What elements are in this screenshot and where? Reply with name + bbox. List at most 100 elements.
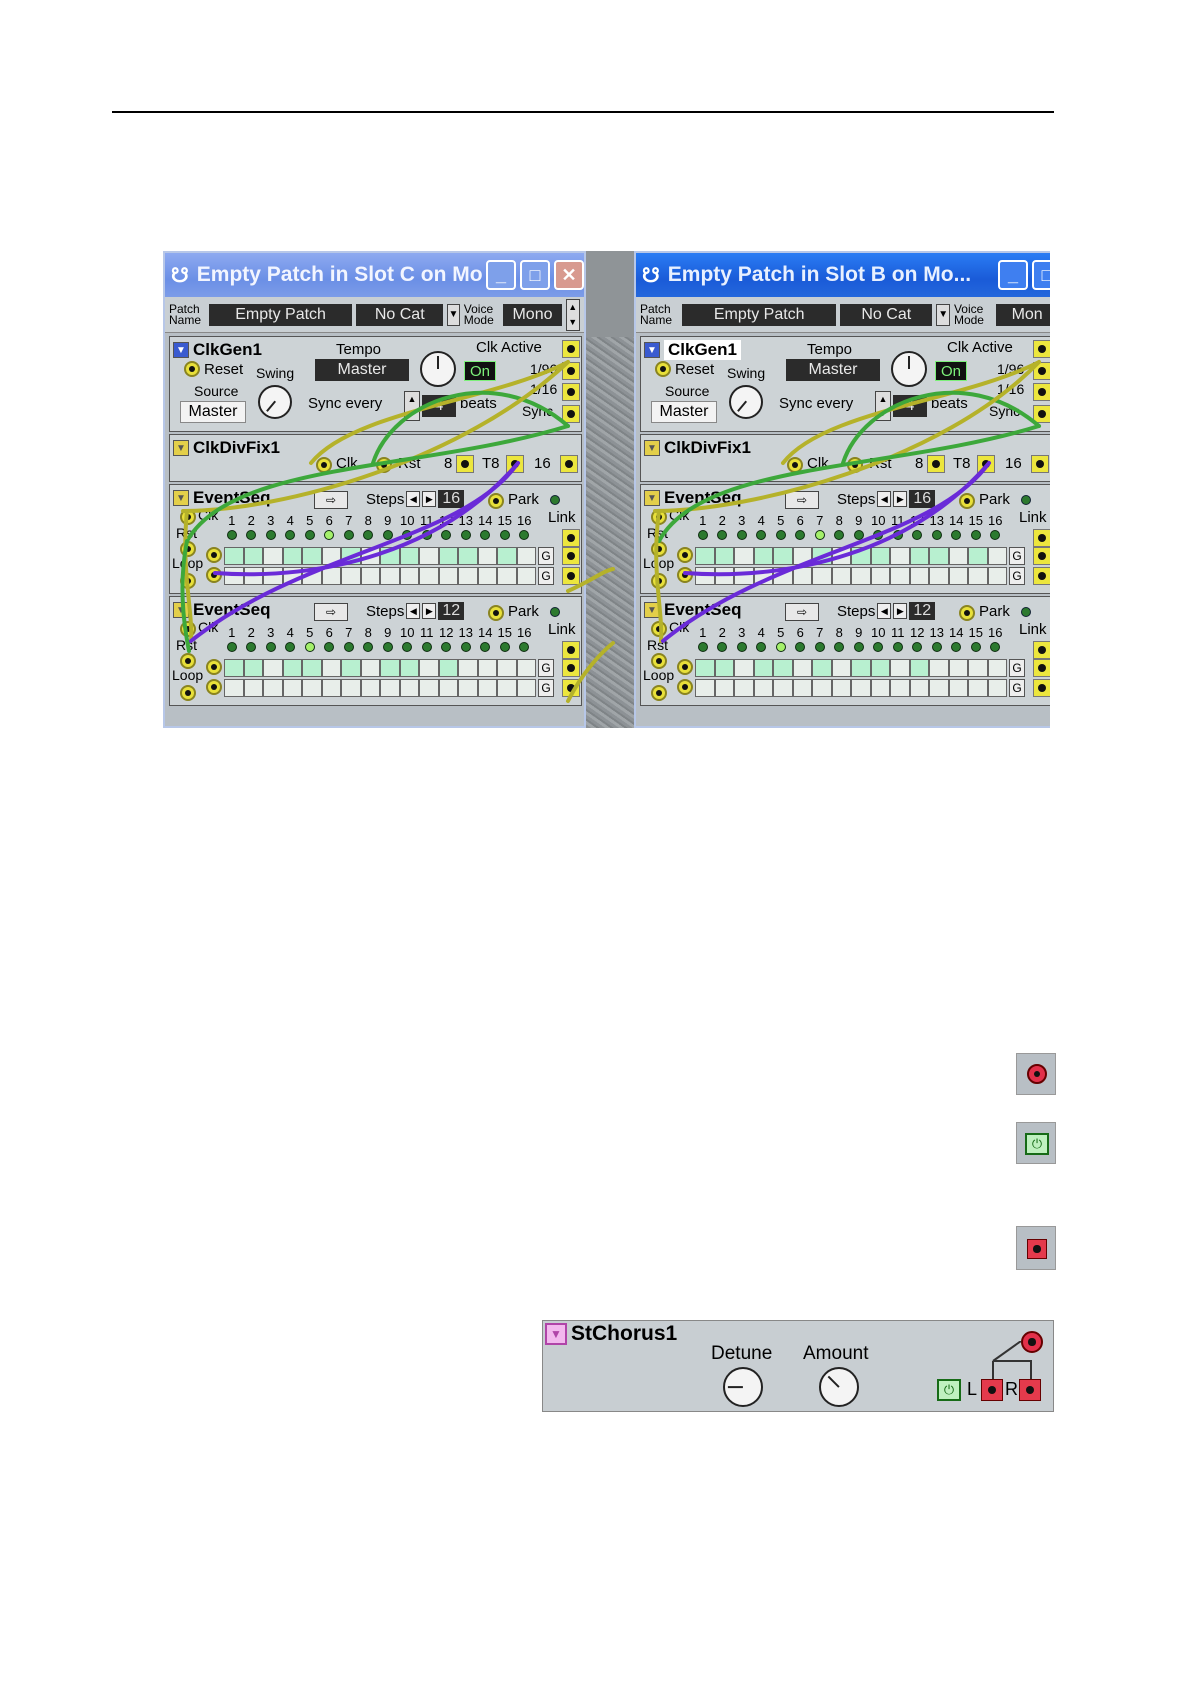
out-16-jack[interactable] — [560, 455, 578, 473]
step-cell[interactable] — [851, 547, 871, 565]
rst-input-jack[interactable] — [376, 457, 392, 473]
steps-control[interactable]: Steps ◀ ▶ 16 — [366, 490, 465, 508]
step-cell[interactable] — [773, 567, 793, 585]
step-cell[interactable] — [773, 659, 793, 677]
track1-input-jack[interactable] — [206, 659, 222, 675]
step-cell[interactable] — [714, 679, 734, 697]
step-cell[interactable] — [341, 567, 361, 585]
step-cell[interactable] — [321, 659, 341, 677]
step-cell[interactable] — [890, 679, 910, 697]
step-cell[interactable] — [263, 567, 283, 585]
step-cell[interactable] — [263, 679, 283, 697]
category-select[interactable]: No Cat — [356, 303, 444, 326]
step-cell[interactable] — [321, 567, 341, 585]
track1-output-jack[interactable] — [562, 547, 580, 565]
step-cell[interactable] — [734, 567, 754, 585]
steps-value[interactable]: 16 — [909, 490, 936, 508]
track1-steps[interactable] — [695, 659, 1007, 677]
clk-input-jack[interactable] — [180, 509, 196, 525]
play-mode-button[interactable]: ⇨ — [785, 491, 819, 509]
step-cell[interactable] — [516, 547, 536, 565]
clk-input-jack[interactable] — [651, 509, 667, 525]
track1-steps[interactable] — [224, 659, 536, 677]
step-cell[interactable] — [987, 547, 1007, 565]
out-8-jack[interactable] — [927, 455, 945, 473]
maximize-button[interactable]: □ — [520, 260, 550, 290]
step-cell[interactable] — [477, 547, 497, 565]
step-cell[interactable] — [851, 679, 871, 697]
track2-steps[interactable] — [224, 679, 536, 697]
step-cell[interactable] — [929, 679, 949, 697]
spin-down-icon[interactable]: ▼ — [568, 317, 577, 327]
gate-mode-1[interactable]: G — [538, 659, 554, 677]
clk-active-output[interactable] — [1033, 340, 1050, 358]
step-cell[interactable] — [831, 547, 851, 565]
clkgen-module[interactable]: ▼ ClkGen1 Tempo Master Clk Active On Rese… — [169, 336, 582, 432]
step-cell[interactable] — [224, 567, 244, 585]
spin-up-icon[interactable]: ▲ — [408, 394, 417, 404]
out-16-jack[interactable] — [1033, 383, 1050, 401]
minimize-button[interactable]: _ — [998, 260, 1028, 290]
step-cell[interactable] — [870, 679, 890, 697]
sync-spinner[interactable]: ▲ ▼ — [875, 391, 891, 421]
eventseq-module-1[interactable]: ▼ EventSeq ⇨ Steps ◀ ▶ 16 Park Link Clk Rst … — [640, 484, 1050, 594]
park-input-jack[interactable] — [959, 493, 975, 509]
step-cell[interactable] — [360, 679, 380, 697]
step-cell[interactable] — [497, 679, 517, 697]
step-cell[interactable] — [968, 659, 988, 677]
tempo-display[interactable]: Master — [786, 359, 880, 381]
play-mode-button[interactable]: ⇨ — [785, 603, 819, 621]
step-cell[interactable] — [224, 659, 244, 677]
park-input-jack[interactable] — [488, 605, 504, 621]
out-t8-jack[interactable] — [506, 455, 524, 473]
step-cell[interactable] — [851, 567, 871, 585]
track1-output-jack[interactable] — [562, 659, 580, 677]
step-cell[interactable] — [812, 547, 832, 565]
patch-name-field[interactable]: Empty Patch — [682, 303, 837, 326]
gate-mode-2[interactable]: G — [1009, 567, 1025, 585]
gate-mode-1[interactable]: G — [538, 547, 554, 565]
maximize-button[interactable]: □ — [1032, 260, 1050, 290]
step-cell[interactable] — [792, 679, 812, 697]
step-cell[interactable] — [438, 659, 458, 677]
spin-up-icon[interactable]: ▲ — [568, 302, 577, 312]
play-mode-button[interactable]: ⇨ — [314, 603, 348, 621]
step-cell[interactable] — [380, 547, 400, 565]
gate-mode-2[interactable]: G — [1009, 679, 1025, 697]
track2-output-jack[interactable] — [562, 567, 580, 585]
step-cell[interactable] — [870, 659, 890, 677]
track2-input-jack[interactable] — [677, 567, 693, 583]
steps-value[interactable]: 12 — [438, 602, 465, 620]
arrow-right-icon[interactable]: ▶ — [422, 491, 437, 507]
track1-output-jack[interactable] — [1033, 547, 1050, 565]
module-collapse-icon[interactable]: ▼ — [644, 602, 660, 618]
out-sync-jack[interactable] — [562, 405, 580, 423]
step-cell[interactable] — [341, 547, 361, 565]
gate-mode-2[interactable]: G — [538, 567, 554, 585]
step-cell[interactable] — [987, 679, 1007, 697]
step-cell[interactable] — [734, 659, 754, 677]
swing-knob[interactable] — [258, 385, 292, 419]
step-cell[interactable] — [831, 679, 851, 697]
left-output-jack[interactable] — [981, 1379, 1003, 1401]
step-cell[interactable] — [497, 547, 517, 565]
track2-input-jack[interactable] — [677, 679, 693, 695]
voice-mode-field[interactable]: Mono — [503, 303, 562, 326]
track1-input-jack[interactable] — [206, 547, 222, 563]
track2-output-jack[interactable] — [1033, 679, 1050, 697]
clk-input-jack[interactable] — [787, 457, 803, 473]
play-mode-button[interactable]: ⇨ — [314, 491, 348, 509]
arrow-left-icon[interactable]: ◀ — [877, 603, 892, 619]
eventseq-module-2[interactable]: ▼ EventSeq ⇨ Steps ◀ ▶ 12 Park Link Clk Rst … — [169, 596, 582, 706]
step-cell[interactable] — [224, 547, 244, 565]
spin-up-icon[interactable]: ▲ — [879, 394, 888, 404]
spin-down-icon[interactable]: ▼ — [408, 408, 417, 418]
chevron-down-icon[interactable]: ▼ — [936, 303, 950, 326]
eventseq-module-2[interactable]: ▼ EventSeq ⇨ Steps ◀ ▶ 12 Park Link Clk Rst … — [640, 596, 1050, 706]
out-96-jack[interactable] — [1033, 362, 1050, 380]
step-cell[interactable] — [812, 679, 832, 697]
step-cell[interactable] — [753, 567, 773, 585]
step-cell[interactable] — [851, 659, 871, 677]
steps-value[interactable]: 16 — [438, 490, 465, 508]
loop-input-jack[interactable] — [180, 685, 196, 701]
